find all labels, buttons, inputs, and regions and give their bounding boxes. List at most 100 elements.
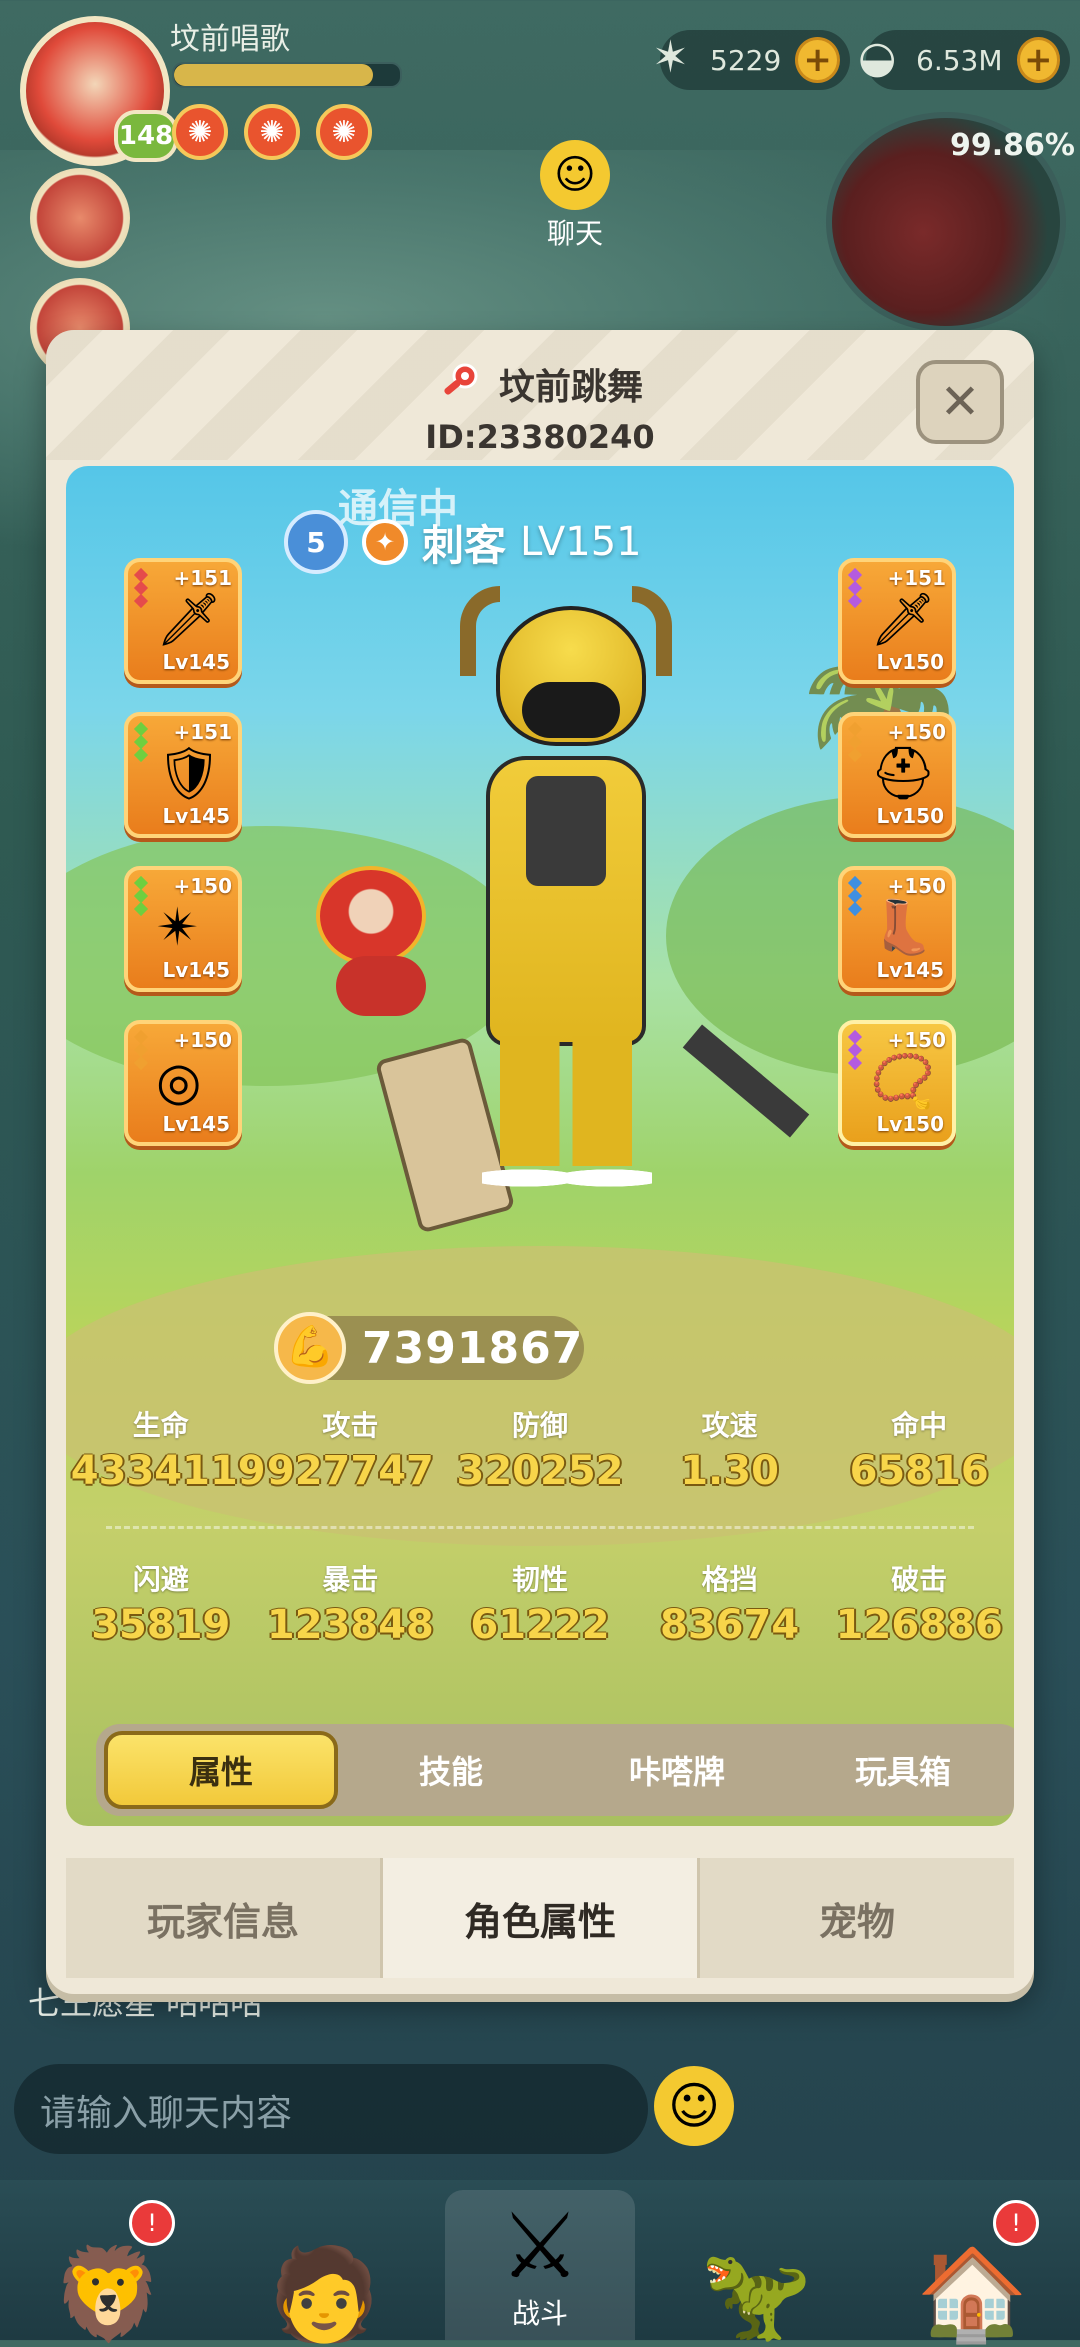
stat-item: 生命 4334119 — [70, 1404, 266, 1494]
chat-face-icon: ☺ — [540, 140, 610, 210]
item-level: Lv145 — [162, 958, 230, 982]
enhance-level: +150 — [887, 874, 946, 898]
buff-icon[interactable]: ✺ — [316, 104, 372, 160]
shell-resource: ◒ 6.53M + — [858, 30, 1070, 90]
close-button[interactable]: ✕ — [916, 360, 1004, 444]
modal-player-name: 坟前跳舞 — [498, 367, 643, 408]
rank-badge: 5 — [284, 510, 348, 574]
tab-attributes[interactable]: 属性 — [104, 1731, 338, 1809]
stat-value: 4334119 — [70, 1448, 266, 1494]
stat-value: 83674 — [659, 1602, 800, 1648]
team-avatar[interactable] — [30, 168, 130, 268]
modal-bottom-tabs: 玩家信息 角色属性 宠物 — [66, 1858, 1014, 1978]
hero-character — [456, 586, 676, 1206]
xp-bar — [172, 62, 402, 88]
tab-pet[interactable]: 宠物 — [700, 1858, 1014, 1978]
chat-input[interactable]: 请输入聊天内容 — [14, 2064, 648, 2154]
class-name: 刺客 — [422, 520, 507, 570]
equip-slot-left-3[interactable]: ✴ +150 Lv145 — [124, 866, 242, 992]
enhance-level: +150 — [173, 1028, 232, 1052]
tab-skills[interactable]: 技能 — [338, 1731, 564, 1809]
item-level: Lv145 — [162, 650, 230, 674]
helmet-icon: ⛑ — [870, 744, 937, 804]
tab-player-info[interactable]: 玩家信息 — [66, 1858, 383, 1978]
player-name: 坟前唱歌 — [170, 22, 290, 57]
stat-label: 攻速 — [701, 1409, 758, 1442]
equip-slot-right-3[interactable]: 👢 +150 Lv145 — [838, 866, 956, 992]
player-info-modal: 坟前跳舞 ID:23380240 ✕ 🌴 通信中 5 ✦ 刺客 LV151 🗡 … — [46, 330, 1034, 1994]
stat-value: 320252 — [456, 1448, 624, 1494]
equip-slot-right-2[interactable]: ⛑ +150 Lv150 — [838, 712, 956, 838]
boots-icon: 👢 — [870, 898, 935, 958]
item-level: Lv150 — [876, 1112, 944, 1136]
stat-label: 格挡 — [701, 1563, 758, 1596]
gem-column — [133, 721, 149, 763]
stat-label: 暴击 — [322, 1563, 379, 1596]
add-starfish-button[interactable]: + — [795, 37, 840, 83]
chat-label: 聊天 — [546, 217, 603, 250]
enhance-level: +151 — [173, 720, 232, 744]
stat-item: 闪避 35819 — [71, 1558, 251, 1648]
gem-column — [847, 567, 863, 609]
stat-label: 韧性 — [511, 1563, 568, 1596]
shell-icon: ◒ — [858, 32, 897, 83]
tab-toybox[interactable]: 玩具箱 — [790, 1731, 1014, 1809]
shell-amount: 6.53M — [916, 43, 1003, 77]
sword-icon: 🗡 — [870, 590, 937, 650]
hero-face — [522, 682, 620, 738]
muscle-icon: 💪 — [274, 1312, 346, 1384]
equip-slot-right-4[interactable]: 📿 +150 Lv150 — [838, 1020, 956, 1146]
stat-item: 韧性 61222 — [450, 1558, 630, 1648]
equip-slot-left-2[interactable]: 🛡 +151 Lv145 — [124, 712, 242, 838]
modal-title-row: 坟前跳舞 — [46, 358, 1034, 410]
ring-icon: ◎ — [156, 1052, 202, 1112]
stat-label: 生命 — [132, 1409, 189, 1442]
assassin-class-icon: ✦ — [362, 519, 408, 565]
tribe-icon: 🦁 — [51, 2242, 165, 2347]
necklace-icon: 📿 — [870, 1052, 935, 1112]
map-percent: 99.86% — [950, 128, 1075, 163]
enhance-level: +150 — [887, 720, 946, 744]
hero-horn — [460, 586, 500, 676]
buff-icon[interactable]: ✺ — [172, 104, 228, 160]
stat-item: 破击 126886 — [829, 1558, 1009, 1648]
add-shell-button[interactable]: + — [1016, 37, 1060, 83]
power-value: 7391867 — [362, 1322, 584, 1374]
battle-sword-icon: ⚔ — [499, 2194, 581, 2299]
equip-slot-right-1[interactable]: 🗡 +151 Lv150 — [838, 558, 956, 684]
gem-column — [847, 1029, 863, 1071]
tab-cards[interactable]: 咔嗒牌 — [564, 1731, 790, 1809]
stat-value: 927747 — [266, 1448, 434, 1494]
chat-button[interactable]: ☺ 聊天 — [520, 140, 630, 252]
gem-column — [847, 721, 863, 763]
stat-item: 命中 65816 — [829, 1404, 1009, 1494]
emoji-button[interactable]: ☺ — [654, 2066, 734, 2146]
sword-icon: 🗡 — [156, 590, 223, 650]
equip-slot-left-4[interactable]: ◎ +150 Lv145 — [124, 1020, 242, 1146]
stat-value: 126886 — [835, 1602, 1003, 1648]
attribute-tabs: 属性 技能 咔嗒牌 玩具箱 — [96, 1724, 1014, 1816]
stat-value: 123848 — [266, 1602, 434, 1648]
gem-column — [847, 875, 863, 917]
item-level: Lv145 — [876, 958, 944, 982]
buff-row: ✺ ✺ ✺ — [172, 104, 372, 160]
hero-slippers — [482, 1158, 652, 1198]
nav-hero[interactable]: 🧑 — [229, 2190, 419, 2340]
xp-fill — [174, 64, 373, 86]
stat-item: 攻速 1.30 — [640, 1404, 820, 1494]
nav-pet[interactable]: 🦖 — [661, 2190, 851, 2340]
equip-slot-left-1[interactable]: 🗡 +151 Lv145 — [124, 558, 242, 684]
stats-row-2: 闪避 35819 暴击 123848 韧性 61222 格挡 83674 破击 12688… — [66, 1558, 1014, 1648]
tab-character-attributes[interactable]: 角色属性 — [383, 1858, 700, 1978]
nav-shop[interactable]: 🏠 ! — [877, 2190, 1067, 2340]
starfish-resource: ✶ 5229 + — [652, 30, 850, 90]
class-level: LV151 — [520, 519, 642, 565]
pet-body — [336, 956, 426, 1016]
stat-label: 闪避 — [132, 1563, 189, 1596]
stat-label: 攻击 — [322, 1409, 379, 1442]
stat-item: 防御 320252 — [450, 1404, 630, 1494]
nav-battle[interactable]: ⚔ 战斗 — [445, 2190, 635, 2340]
nav-tribe[interactable]: 🦁 ! — [13, 2190, 203, 2340]
stat-label: 防御 — [511, 1409, 568, 1442]
buff-icon[interactable]: ✺ — [244, 104, 300, 160]
